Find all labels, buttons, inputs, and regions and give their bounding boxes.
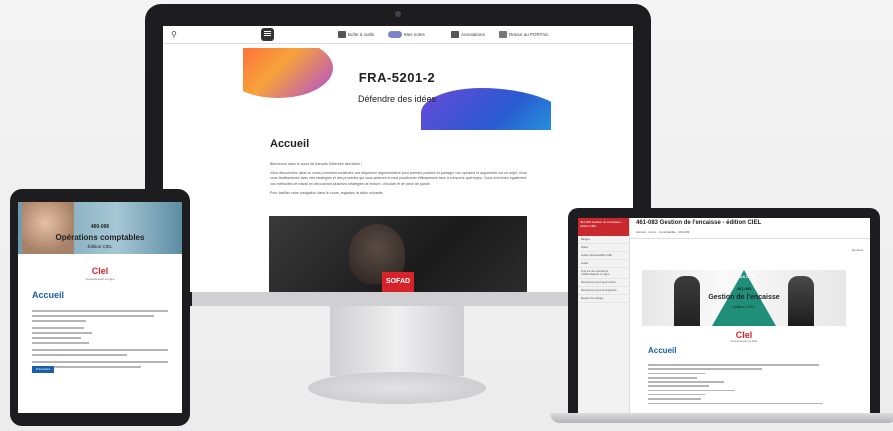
course-edition: Édition CIEL (87, 244, 113, 249)
text-block (648, 364, 838, 407)
page-title: Accueil (648, 346, 677, 355)
course-code: 461-083 (736, 286, 752, 291)
sidebar-item-teacher-resources[interactable]: Ressources pour enseignants (578, 287, 629, 295)
right-panel-label: Derniers (852, 248, 864, 252)
divider (630, 238, 870, 239)
sidebar-item-guide[interactable]: Guide (578, 260, 629, 268)
sidebar-item-notes[interactable]: Notes (578, 244, 629, 252)
ciel-logo: CIel (735, 330, 753, 340)
tablet-screen: 460-096 Opérations comptables Édition CI… (18, 202, 182, 413)
intro-video[interactable]: SOFAD (269, 216, 527, 292)
course-banner: 460-096 Opérations comptables Édition CI… (18, 202, 182, 254)
sidebar-item-learner-resources[interactable]: Ressources pour apprenants (578, 279, 629, 287)
laptop-screen: 461-083 Gestion de l'encaisse - édition … (578, 218, 870, 414)
annotations-button[interactable]: Annotations (451, 31, 485, 38)
search-icon[interactable]: ⚲ (171, 30, 177, 39)
page-title: Accueil (32, 290, 65, 300)
course-code: 460-096 (90, 224, 110, 230)
monitor-screen: ⚲ Boîte à outils Mes notes Annotations R… (163, 26, 633, 292)
camera (395, 11, 401, 17)
toolbox-button[interactable]: Boîte à outils (338, 31, 374, 38)
banner-person (788, 276, 814, 326)
logo-subtitle: Gouvernement en ligne (730, 340, 758, 343)
results-label: RÉSULTATS (733, 275, 755, 279)
monitor-chin (192, 292, 568, 306)
course-title: Gestion de l'encaisse (708, 294, 780, 301)
top-toolbar: ⚲ Boîte à outils Mes notes Annotations R… (163, 26, 633, 44)
my-notes-toggle[interactable]: Mes notes (388, 31, 425, 38)
ciel-logo: CIel (91, 266, 109, 276)
sidebar-item-accessibility[interactable]: Guide d'accessibilité CIEL (578, 252, 629, 260)
monitor-base (308, 372, 486, 404)
intro-paragraph: Bienvenue dans le cours de français Défe… (270, 162, 363, 166)
exit-icon (499, 31, 507, 38)
sidebar: 461-083 Gestion de l'encaisse - édition … (578, 218, 630, 414)
text-block (32, 310, 168, 371)
breadcrumb[interactable]: Accueil · Cours · Comptabilité · 461-083 (636, 230, 689, 234)
course-header-title: 461-083 Gestion de l'encaisse - édition … (636, 220, 762, 226)
course-banner: FRA-5201-2 Défendre des idées (243, 48, 551, 130)
sidebar-item-math[interactable]: Tout sur les opérations mathématiques en… (578, 268, 629, 279)
description-paragraph: Vous découvrirez dans ce cours comment c… (270, 171, 527, 186)
main-content: Accueil Bienvenue dans le cours de franç… (270, 138, 530, 200)
sidebar-header[interactable]: 461-083 Gestion de l'encaisse - édition … (578, 218, 629, 236)
toggle-icon (388, 31, 402, 38)
laptop-base (550, 413, 893, 423)
logo-subtitle: Gouvernement en ligne (85, 277, 115, 281)
notes-icon (451, 31, 459, 38)
course-title: Opérations comptables (55, 233, 145, 242)
portal-return-button[interactable]: Retour au PORTAIL (499, 31, 549, 38)
sofad-logo: SOFAD (382, 272, 414, 292)
sidebar-item-badges[interactable]: Badges (578, 236, 629, 244)
banner-person (674, 276, 700, 326)
continue-button[interactable]: Poursuivre (32, 366, 54, 373)
page-title: Accueil (270, 138, 310, 150)
course-banner: RÉSULTATS 461-083 Gestion de l'encaisse … (642, 270, 846, 326)
video-hint-paragraph: Pour faciliter votre navigation dans le … (270, 190, 384, 195)
tablet-device: 460-096 Opérations comptables Édition CI… (10, 189, 190, 426)
monitor-stand (330, 306, 464, 376)
course-edition: édition CIEL (733, 304, 755, 309)
laptop-device: 461-083 Gestion de l'encaisse - édition … (568, 208, 880, 414)
menu-icon[interactable] (261, 28, 274, 41)
course-title: Défendre des idées (357, 94, 437, 104)
course-code: FRA-5201-2 (358, 70, 436, 85)
toolbox-icon (338, 31, 346, 38)
sidebar-item-sharing[interactable]: Espace de partage (578, 295, 629, 303)
